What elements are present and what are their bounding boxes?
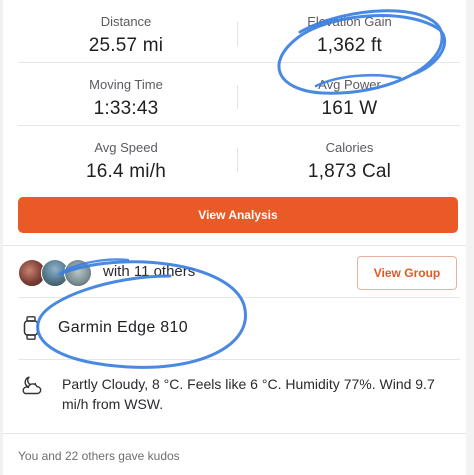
device-name: Garmin Edge 810 (58, 319, 188, 336)
stat-avg-power: Avg Power 161 W (239, 63, 460, 126)
stats-grid: Distance 25.57 mi Elevation Gain 1,362 f… (18, 0, 460, 190)
stat-value: 25.57 mi (88, 35, 164, 56)
stat-value: 161 W (321, 98, 378, 119)
stat-elevation-gain: Elevation Gain 1,362 ft (239, 0, 460, 63)
stat-avg-speed: Avg Speed 16.4 mi/h (18, 126, 234, 189)
stat-value: 1,873 Cal (307, 161, 392, 182)
stat-calories: Calories 1,873 Cal (239, 126, 460, 189)
stat-distance: Distance 25.57 mi (18, 0, 234, 63)
stat-value: 16.4 mi/h (86, 161, 166, 182)
column-divider (237, 148, 238, 172)
device-row: Garmin Edge 810 (18, 298, 460, 359)
stat-moving-time: Moving Time 1:33:43 (18, 63, 234, 126)
weather-cloud-moon-icon (22, 376, 42, 395)
stat-value: 1,362 ft (317, 35, 382, 56)
stat-label: Elevation Gain (307, 14, 392, 29)
stat-label: Distance (100, 14, 152, 29)
right-edge (466, 0, 474, 475)
left-edge (0, 0, 3, 475)
stat-label: Moving Time (89, 77, 163, 92)
avatar[interactable] (64, 259, 92, 287)
stat-label: Avg Power (318, 77, 381, 92)
stats-row: Distance 25.57 mi Elevation Gain 1,362 f… (18, 0, 460, 63)
section-divider (3, 433, 466, 434)
stat-value: 1:33:43 (93, 98, 159, 119)
weather-text: Partly Cloudy, 8 °C. Feels like 6 °C. Hu… (62, 376, 435, 412)
weather-row: Partly Cloudy, 8 °C. Feels like 6 °C. Hu… (18, 360, 460, 433)
avatar-stack[interactable] (18, 259, 98, 287)
view-analysis-button[interactable]: View Analysis (18, 197, 458, 233)
column-divider (237, 85, 238, 109)
kudos-text[interactable]: You and 22 others gave kudos (18, 449, 180, 464)
view-group-button[interactable]: View Group (357, 256, 457, 290)
column-divider (237, 22, 238, 46)
stat-label: Calories (325, 140, 374, 155)
watch-icon (23, 316, 39, 340)
group-row[interactable]: with 11 others View Group (18, 246, 460, 297)
activity-details-panel: Distance 25.57 mi Elevation Gain 1,362 f… (0, 0, 474, 475)
stat-label: Avg Speed (94, 140, 158, 155)
group-members-text: with 11 others (103, 263, 196, 280)
stats-row: Avg Speed 16.4 mi/h Calories 1,873 Cal (18, 126, 460, 189)
stats-row: Moving Time 1:33:43 Avg Power 161 W (18, 63, 460, 126)
